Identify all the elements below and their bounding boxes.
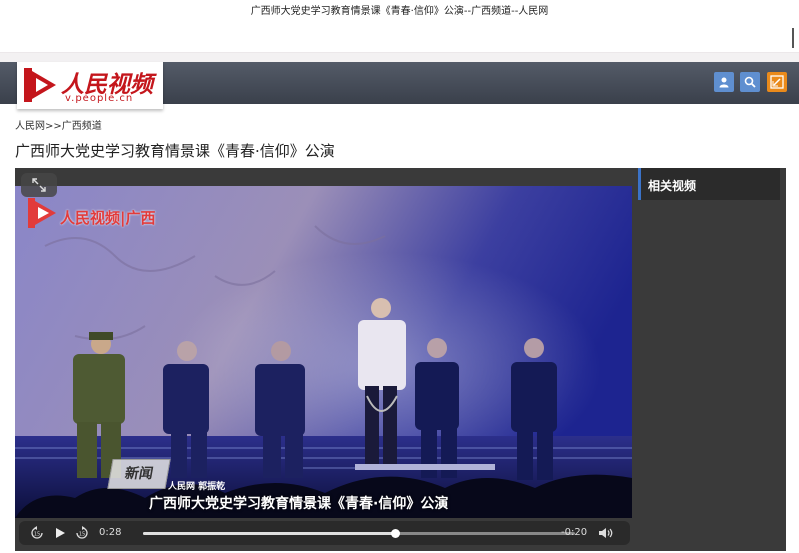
fullscreen-button[interactable] — [21, 173, 57, 197]
rewind-icon: 15 — [31, 526, 43, 539]
svg-text:15: 15 — [34, 532, 40, 538]
player-controls: 15 15 0:28 -0:20 — [19, 521, 630, 545]
progress-fill — [143, 532, 395, 535]
remaining-time: -0:20 — [561, 527, 588, 538]
breadcrumb-section-link[interactable]: 广西频道 — [62, 121, 102, 132]
breadcrumb-separator: >> — [45, 121, 62, 132]
news-badge-text: 新闻 — [123, 466, 155, 482]
edit-button[interactable] — [767, 72, 787, 92]
site-header: 人民视频 v.people.cn — [0, 62, 799, 109]
play-button[interactable] — [52, 525, 68, 541]
volume-icon — [599, 528, 613, 538]
user-icon — [719, 77, 729, 88]
video-subtitle: 广西师大党史学习教育情景课《青春·信仰》公演 — [149, 496, 449, 512]
watermark-logo-icon — [28, 198, 56, 228]
play-icon — [56, 528, 65, 538]
expand-icon — [32, 178, 46, 192]
breadcrumb: 人民网>>广西频道 — [15, 117, 102, 132]
user-button[interactable] — [714, 72, 734, 92]
forward-15-button[interactable]: 15 — [74, 525, 90, 541]
edit-icon — [770, 75, 784, 89]
related-videos-header: 相关视频 — [638, 168, 780, 200]
progress-handle[interactable] — [390, 529, 400, 538]
window-edge — [792, 28, 799, 48]
video-frame[interactable] — [15, 186, 632, 518]
video-watermark: 人民视频|广西 — [60, 209, 156, 227]
play-logo-icon — [24, 68, 56, 102]
video-scene — [15, 186, 632, 518]
search-icon — [744, 76, 756, 88]
top-strip — [0, 52, 799, 62]
browser-tab-title: 广西师大党史学习教育情景课《青春·信仰》公演--广西频道--人民网 — [250, 6, 549, 17]
forward-icon: 15 — [76, 526, 88, 539]
current-time: 0:28 — [99, 527, 122, 538]
breadcrumb-home-link[interactable]: 人民网 — [15, 121, 45, 132]
site-logo[interactable]: 人民视频 v.people.cn — [17, 62, 163, 109]
related-videos-panel — [638, 168, 786, 551]
volume-button[interactable] — [597, 525, 615, 541]
subtitle-credit: 人民网 郭振乾 — [168, 482, 226, 492]
related-videos-title: 相关视频 — [648, 179, 697, 193]
logo-url: v.people.cn — [65, 93, 134, 104]
page-title: 广西师大党史学习教育情景课《青春·信仰》公演 — [15, 142, 335, 160]
news-badge: 新闻 — [107, 459, 171, 489]
rewind-15-button[interactable]: 15 — [29, 525, 45, 541]
progress-bar[interactable] — [143, 529, 575, 538]
search-button[interactable] — [740, 72, 760, 92]
svg-text:15: 15 — [79, 532, 85, 538]
